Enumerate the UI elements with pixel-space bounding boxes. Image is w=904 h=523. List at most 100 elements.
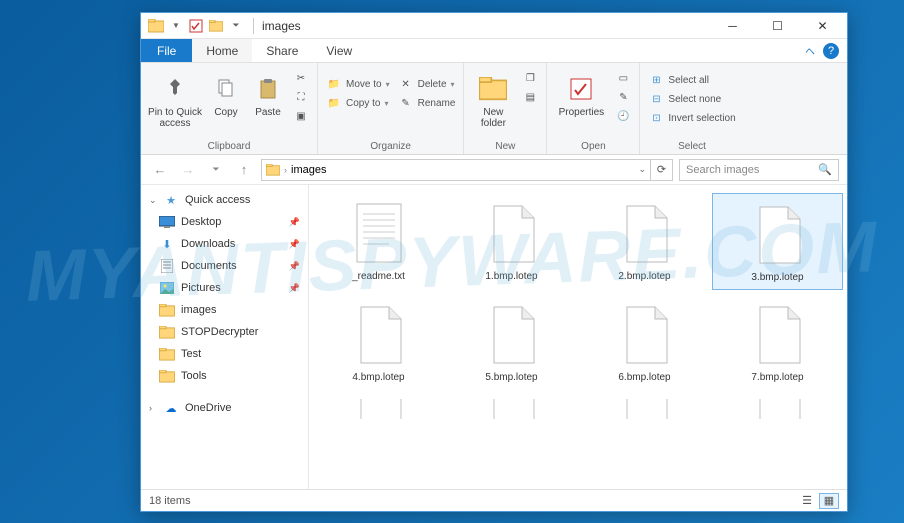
- help-icon[interactable]: ?: [823, 43, 839, 59]
- sidebar-item-test[interactable]: Test: [141, 343, 308, 365]
- file-item[interactable]: 7.bmp.lotep: [712, 294, 843, 389]
- properties-button[interactable]: Properties: [553, 69, 609, 118]
- file-name: 7.bmp.lotep: [751, 372, 803, 383]
- file-item[interactable]: 1.bmp.lotep: [446, 193, 577, 290]
- file-item[interactable]: [313, 393, 444, 425]
- pin-to-quick-access-button[interactable]: Pin to Quick access: [147, 69, 203, 129]
- file-icon: [349, 300, 409, 370]
- new-folder-button[interactable]: New folder: [470, 69, 516, 129]
- address-row: ← → ⏷ ↑ › images ⌄ ⟳ Search images 🔍: [141, 155, 847, 185]
- documents-icon: [159, 258, 175, 274]
- file-name: 2.bmp.lotep: [618, 271, 670, 282]
- paste-shortcut-button[interactable]: ▣: [291, 107, 311, 125]
- recent-button[interactable]: ⏷: [205, 159, 227, 181]
- view-large-icons-button[interactable]: ▦: [819, 493, 839, 509]
- close-button[interactable]: ✕: [800, 13, 845, 39]
- pictures-icon: [159, 280, 175, 296]
- sidebar-onedrive[interactable]: › ☁ OneDrive: [141, 397, 308, 419]
- sidebar-item-stopdecrypter[interactable]: STOPDecrypter: [141, 321, 308, 343]
- up-button[interactable]: ↑: [233, 159, 255, 181]
- sidebar-item-label: Desktop: [181, 216, 221, 228]
- open-button[interactable]: ▭: [613, 69, 633, 87]
- properties-quick-icon[interactable]: [187, 17, 205, 35]
- address-segment[interactable]: images: [291, 164, 326, 176]
- statusbar: 18 items ☰ ▦: [141, 489, 847, 511]
- maximize-button[interactable]: ☐: [755, 13, 800, 39]
- edit-button[interactable]: ✎: [613, 88, 633, 106]
- select-none-button[interactable]: ⊟Select none: [646, 90, 737, 108]
- copy-icon: [210, 73, 242, 105]
- address-dropdown-icon[interactable]: ⌄: [638, 164, 646, 175]
- folder-icon: [159, 324, 175, 340]
- copy-path-button[interactable]: ⛶: [291, 88, 311, 106]
- file-icon: [349, 199, 409, 269]
- sidebar-item-images[interactable]: images: [141, 299, 308, 321]
- rename-button[interactable]: ✎Rename: [396, 94, 458, 112]
- file-item[interactable]: 5.bmp.lotep: [446, 294, 577, 389]
- address-bar[interactable]: › images ⌄: [261, 159, 651, 181]
- copy-button[interactable]: Copy: [207, 69, 245, 118]
- copy-to-button[interactable]: 📁Copy to▾: [324, 94, 392, 112]
- folder-icon: [266, 164, 280, 176]
- file-icon: [748, 200, 808, 270]
- sidebar-item-label: STOPDecrypter: [181, 326, 258, 338]
- file-item[interactable]: 3.bmp.lotep: [712, 193, 843, 290]
- tab-home[interactable]: Home: [192, 39, 252, 62]
- sidebar-item-desktop[interactable]: Desktop📌: [141, 211, 308, 233]
- sidebar-item-pictures[interactable]: Pictures📌: [141, 277, 308, 299]
- easy-access-button[interactable]: ▤: [520, 88, 540, 106]
- file-icon: [482, 399, 542, 419]
- ribbon-group-select: ⊞Select all ⊟Select none ⊡Invert selecti…: [640, 63, 743, 154]
- history-button[interactable]: 🕘: [613, 107, 633, 125]
- move-to-button[interactable]: 📁Move to▾: [324, 75, 392, 93]
- back-button[interactable]: ←: [149, 159, 171, 181]
- file-name: 4.bmp.lotep: [352, 372, 404, 383]
- file-item[interactable]: [579, 393, 710, 425]
- tab-share[interactable]: Share: [252, 39, 312, 62]
- new-folder-icon: [477, 73, 509, 105]
- sidebar-item-documents[interactable]: Documents📌: [141, 255, 308, 277]
- file-area[interactable]: _readme.txt 1.bmp.lotep 2.bmp.lotep 3.bmp.l…: [309, 185, 847, 489]
- forward-button[interactable]: →: [177, 159, 199, 181]
- file-name: 6.bmp.lotep: [618, 372, 670, 383]
- file-item[interactable]: 2.bmp.lotep: [579, 193, 710, 290]
- ribbon: Pin to Quick access Copy Paste ✂ ⛶ ▣ Cli…: [141, 63, 847, 155]
- file-item[interactable]: [712, 393, 843, 425]
- file-item[interactable]: [446, 393, 577, 425]
- history-icon: 🕘: [615, 108, 631, 124]
- sidebar-item-tools[interactable]: Tools: [141, 365, 308, 387]
- file-icon: [615, 399, 675, 419]
- search-input[interactable]: Search images 🔍: [679, 159, 839, 181]
- downloads-icon: ⬇: [159, 236, 175, 252]
- new-group-label: New: [470, 139, 540, 154]
- paste-button[interactable]: Paste: [249, 69, 287, 118]
- file-item[interactable]: 6.bmp.lotep: [579, 294, 710, 389]
- menu-caret-icon[interactable]: ⏷: [227, 17, 245, 35]
- ribbon-group-new: New folder ❐ ▤ New: [464, 63, 547, 154]
- cut-button[interactable]: ✂: [291, 69, 311, 87]
- file-item[interactable]: _readme.txt: [313, 193, 444, 290]
- invert-selection-button[interactable]: ⊡Invert selection: [646, 109, 737, 127]
- minimize-button[interactable]: ─: [710, 13, 755, 39]
- scissors-icon: ✂: [293, 70, 309, 86]
- refresh-button[interactable]: ⟳: [651, 159, 673, 181]
- file-item[interactable]: 4.bmp.lotep: [313, 294, 444, 389]
- paste-label: Paste: [255, 107, 281, 118]
- sidebar-item-label: Downloads: [181, 238, 235, 250]
- view-details-button[interactable]: ☰: [797, 493, 817, 509]
- folder-quick-icon[interactable]: [207, 17, 225, 35]
- tab-view[interactable]: View: [312, 39, 366, 62]
- sidebar-item-downloads[interactable]: ⬇Downloads📌: [141, 233, 308, 255]
- rename-label: Rename: [418, 98, 456, 109]
- file-name: 1.bmp.lotep: [485, 271, 537, 282]
- delete-button[interactable]: ✕Delete▾: [396, 75, 458, 93]
- ribbon-collapse-icon[interactable]: ヘ: [805, 43, 815, 58]
- search-icon: 🔍: [818, 163, 832, 176]
- chevron-down-icon: ⌄: [149, 195, 157, 206]
- folder-icon: [159, 346, 175, 362]
- sidebar-quick-access[interactable]: ⌄ ★ Quick access: [141, 189, 308, 211]
- new-item-button[interactable]: ❐: [520, 69, 540, 87]
- select-all-button[interactable]: ⊞Select all: [646, 71, 737, 89]
- tab-file[interactable]: File: [141, 39, 192, 62]
- down-caret-icon[interactable]: ▼: [167, 17, 185, 35]
